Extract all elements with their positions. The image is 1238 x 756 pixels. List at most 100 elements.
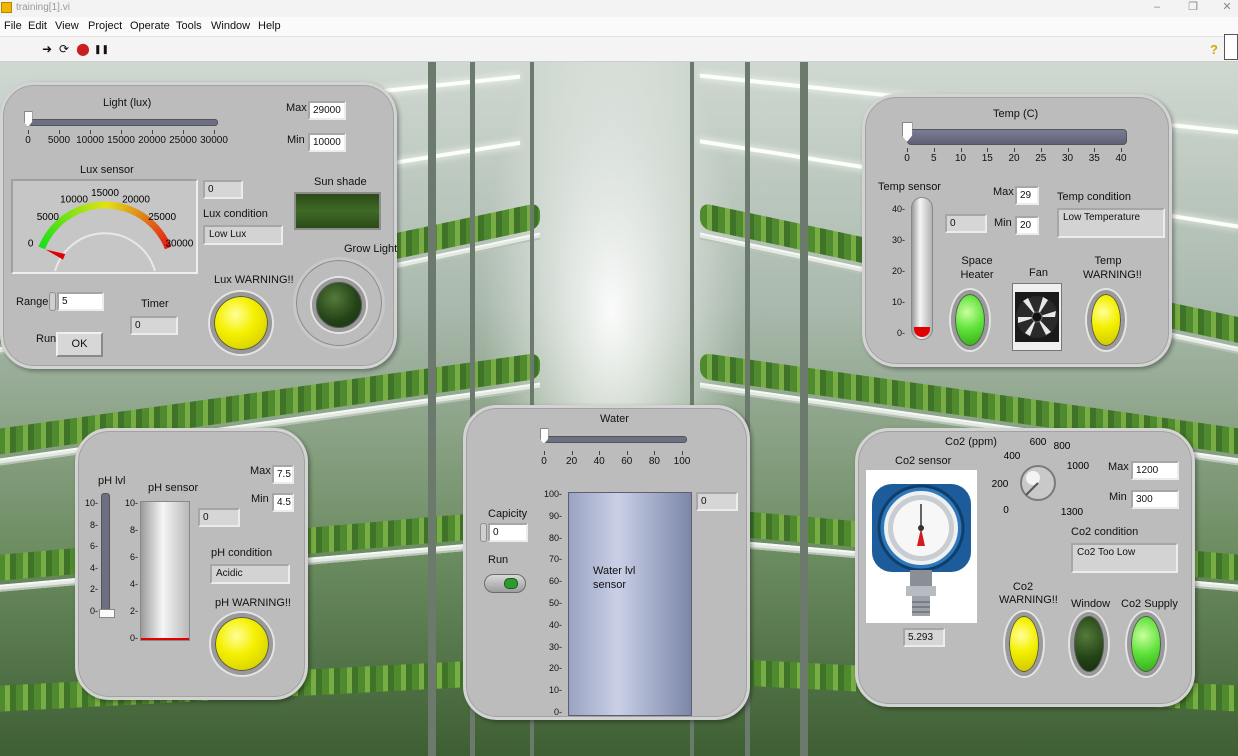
water-run-toggle[interactable] <box>484 574 526 593</box>
range-input[interactable]: 5 <box>57 292 104 311</box>
temp-slider-title: Temp (C) <box>993 108 1039 120</box>
ph-panel: pH lvl 10- 8- 6- 4- 2- 0- pH sensor 10- 8- 6- 4-… <box>75 428 308 700</box>
lux-gauge-color-band <box>129 207 136 215</box>
light-min-input[interactable]: 10000 <box>308 133 346 152</box>
water-scale-tick-mark <box>571 451 573 455</box>
run-arrow-icon[interactable]: ➜ <box>40 42 54 56</box>
capacity-spinner[interactable] <box>480 523 487 542</box>
water-slider-scale: 0 20 40 60 80 100 <box>541 451 690 468</box>
fan-icon <box>1012 283 1062 351</box>
ph-sensor-tick-label: 0- <box>129 633 138 643</box>
ph-condition-label: pH condition <box>211 547 273 559</box>
lux-gauge-color-band <box>159 234 167 241</box>
temp-scale-tick-label: 15 <box>981 153 993 164</box>
co2-knob-tick-label: 1000 <box>1067 461 1090 472</box>
menu-window[interactable]: Window <box>211 20 250 32</box>
temp-max-input[interactable]: 29 <box>1015 186 1039 205</box>
menu-view[interactable]: View <box>55 20 79 32</box>
lux-gauge-color-band <box>53 220 61 228</box>
light-scale-tick-label: 5000 <box>47 135 71 146</box>
temp-condition-label: Temp condition <box>1057 191 1131 203</box>
light-scale-tick-label: 0 <box>25 135 31 146</box>
light-slider-track[interactable] <box>28 119 218 126</box>
water-scale-tick-mark <box>682 451 683 455</box>
maximize-button[interactable]: ❐ <box>1178 0 1208 17</box>
temp-slider-scale: 0 5 10 15 20 25 30 35 40 <box>904 148 1127 165</box>
temp-scale-tick-label: 5 <box>930 153 937 164</box>
menu-edit[interactable]: Edit <box>28 20 47 32</box>
ph-max-input[interactable]: 7.5 <box>272 465 294 484</box>
minimize-button[interactable]: – <box>1142 0 1172 17</box>
lux-gauge-color-band <box>120 203 125 211</box>
co2-pressure-gauge-icon <box>872 484 971 616</box>
co2-knob-tick-label: 400 <box>1004 451 1021 462</box>
water-scale-tick-label: 0 <box>541 456 547 467</box>
water-panel: Water 0 20 40 60 80 100 Capicity 0 Run 100- 90… <box>463 405 750 720</box>
ph-max-label: Max <box>250 465 271 477</box>
timer-readout: 0 <box>130 316 178 335</box>
water-scale-tick-label: 40 <box>593 456 605 467</box>
pause-icon[interactable]: ❚❚ <box>94 42 109 56</box>
lux-sensor-gauge: 0 5000 10000 15000 20000 25000 30000 <box>11 179 198 274</box>
menu-operate[interactable]: Operate <box>130 20 170 32</box>
menu-project[interactable]: Project <box>88 20 122 32</box>
lux-gauge-color-band <box>72 208 78 216</box>
water-tank-tick-label: 100- <box>543 489 562 499</box>
lux-gauge-color-band <box>64 212 71 220</box>
water-slider-title: Water <box>600 413 629 425</box>
temp-slider-track[interactable] <box>907 129 1127 145</box>
water-tank-tick-label: 90- <box>548 510 562 521</box>
water-tank-tick-label: 30- <box>548 641 562 652</box>
co2-max-input[interactable]: 1200 <box>1131 461 1179 480</box>
menu-tools[interactable]: Tools <box>176 20 202 32</box>
temp-scale-tick-label: 10 <box>954 153 967 164</box>
ph-level-slider-track[interactable] <box>101 493 110 615</box>
lux-gauge-color-band <box>149 220 157 228</box>
ph-sensor-tick-label: 2- <box>129 606 138 616</box>
lux-gauge-color-band <box>125 205 131 213</box>
lux-gauge-color-band <box>152 225 160 232</box>
water-level-tank: Water lvl sensor <box>568 492 692 716</box>
abort-icon[interactable]: ⬤ <box>76 42 90 56</box>
ph-level-tick-label: 4- <box>89 562 98 573</box>
close-button[interactable]: ✕ <box>1212 0 1238 17</box>
co2-sensor-readout: 5.293 <box>903 628 945 647</box>
lux-gauge-color-band <box>45 231 53 238</box>
temp-min-input[interactable]: 20 <box>1015 216 1039 235</box>
ok-button[interactable]: OK <box>56 332 103 357</box>
menu-help[interactable]: Help <box>258 20 281 32</box>
light-max-input[interactable]: 29000 <box>308 101 346 120</box>
lux-gauge-color-band <box>58 217 65 225</box>
capacity-input[interactable]: 0 <box>488 523 528 542</box>
co2-min-input[interactable]: 300 <box>1131 490 1179 509</box>
sun-shade-label: Sun shade <box>314 176 367 188</box>
water-tank-scale: 100- 90- 80- 70- 60- 50- 40- 30- 20- 10- 0- <box>534 489 562 717</box>
context-help-icon[interactable]: ? <box>1210 42 1218 57</box>
grow-light-label: Grow Light <box>344 243 398 255</box>
temp-scale-tick-label: 20 <box>1008 153 1020 164</box>
ph-level-slider-thumb[interactable] <box>99 609 115 618</box>
run-continuously-icon[interactable]: ⟳ <box>57 42 71 56</box>
water-slider-track[interactable] <box>542 436 687 443</box>
lux-gauge-color-band <box>69 209 76 217</box>
co2-min-label: Min <box>1109 491 1127 503</box>
water-tank-label-line1: Water lvl <box>593 565 636 577</box>
water-scale-tick-mark <box>599 451 601 455</box>
lux-gauge-color-band <box>85 203 90 211</box>
light-min-label: Min <box>287 134 305 146</box>
light-scale-tick-mark <box>183 130 184 134</box>
lux-warning-label: Lux WARNING!! <box>214 274 294 286</box>
ph-min-input[interactable]: 4.5 <box>272 493 294 512</box>
range-spinner[interactable] <box>49 292 56 311</box>
temp-sensor-tick-label: 0- <box>896 328 905 338</box>
lux-condition-label: Lux condition <box>203 208 268 220</box>
lux-gauge-color-band <box>38 244 47 250</box>
co2-knob[interactable]: 0 200 400 600 800 1000 1300 <box>986 435 1090 521</box>
lux-gauge-color-band <box>51 222 59 230</box>
lux-gauge-color-band <box>67 210 74 219</box>
lux-gauge-color-band <box>122 204 128 212</box>
co2-warning-led <box>1005 612 1043 676</box>
menu-file[interactable]: File <box>4 20 22 32</box>
fan-label: Fan <box>1029 267 1048 279</box>
temp-scale-tick-mark <box>1121 148 1122 152</box>
